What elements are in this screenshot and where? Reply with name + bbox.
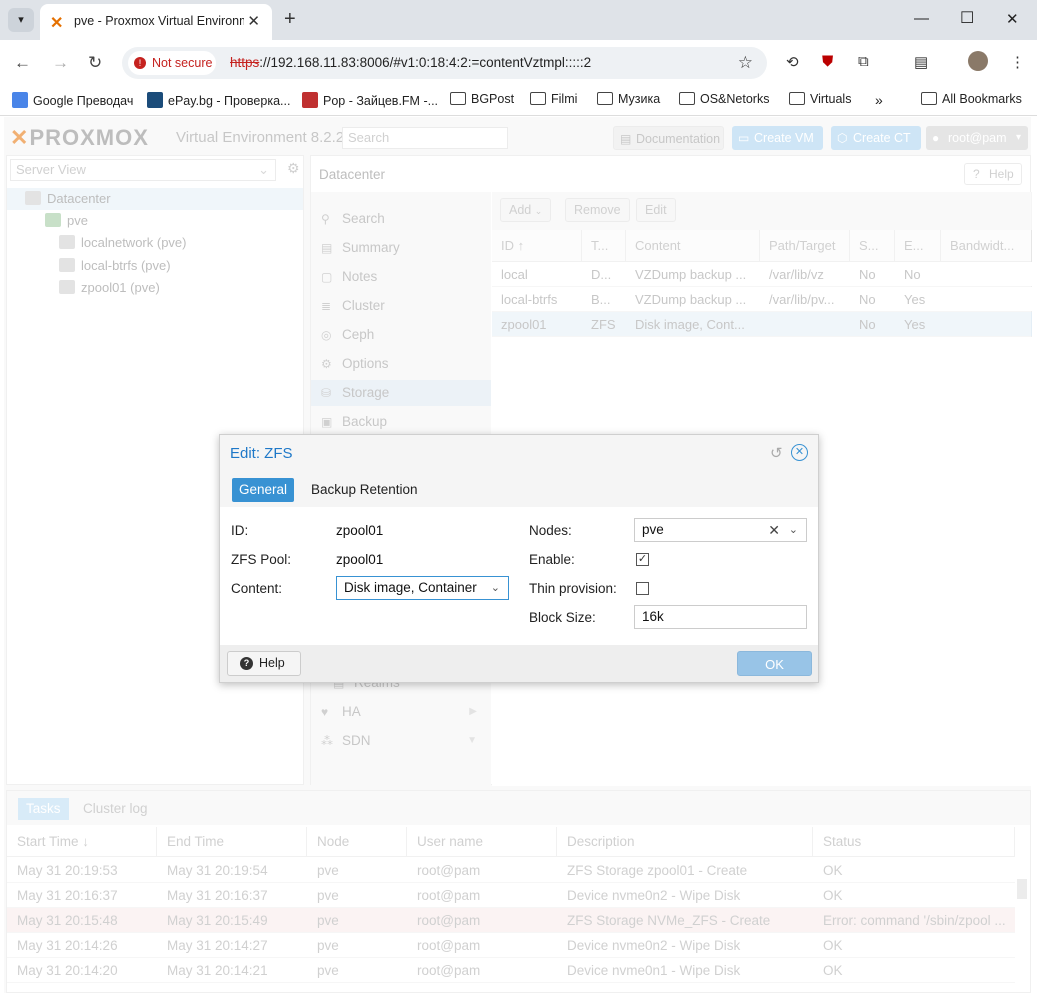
close-icon[interactable]: ✕: [791, 444, 808, 461]
extension-sync-icon[interactable]: ⟲: [786, 53, 799, 71]
bookmark-folder[interactable]: OS&Netorks: [679, 92, 769, 106]
new-tab-plus-icon[interactable]: +: [284, 8, 296, 31]
bookmark-label: Filmi: [551, 92, 578, 106]
folder-icon: [679, 92, 695, 105]
folder-icon: [597, 92, 613, 105]
tab-general[interactable]: General: [232, 478, 295, 502]
edit-zfs-dialog: Edit: ZFS ↺ ✕ General Backup Retention I…: [219, 434, 819, 683]
folder-icon: [450, 92, 466, 105]
not-secure-label: Not secure: [152, 56, 213, 70]
minimize-window-icon[interactable]: —: [914, 10, 929, 27]
bookmark-item[interactable]: Pop - Зайцев.FM -...: [302, 92, 438, 108]
content-select-value: Disk image, Container: [344, 580, 477, 595]
chevron-down-icon: ⌄: [788, 524, 798, 536]
forward-arrow-icon[interactable]: →: [52, 53, 69, 73]
nodes-label: Nodes:: [529, 523, 572, 538]
id-label: ID:: [231, 523, 249, 538]
zfs-pool-label: ZFS Pool:: [231, 552, 292, 567]
browser-menu-icon[interactable]: ⋮: [1010, 53, 1025, 71]
ok-button[interactable]: OK: [737, 651, 812, 676]
folder-icon: [921, 92, 937, 105]
bookmark-label: Google Преводач: [33, 94, 134, 108]
bookmark-folder[interactable]: Virtuals: [789, 92, 851, 106]
enable-label: Enable:: [529, 552, 575, 567]
tab-title: pve - Proxmox Virtual Environment: [74, 14, 244, 28]
bookmark-label: Pop - Зайцев.FM -...: [323, 94, 439, 108]
bookmark-label: Музика: [618, 92, 661, 106]
tab-close-icon[interactable]: ✕: [247, 12, 260, 30]
all-bookmarks-folder[interactable]: All Bookmarks: [921, 92, 1022, 106]
close-window-icon[interactable]: ✕: [1006, 10, 1019, 28]
side-panel-icon[interactable]: ▤: [914, 53, 928, 71]
browser-tab[interactable]: ✕ pve - Proxmox Virtual Environment ✕: [40, 4, 272, 40]
dialog-tab-bar: General Backup Retention: [220, 473, 818, 507]
nodes-select-value: pve: [642, 522, 664, 537]
more-bookmarks-chevron-icon[interactable]: »: [875, 92, 883, 108]
bookmarks-bar: Google Преводач ePay.bg - Проверка... Po…: [0, 86, 1037, 116]
bookmark-label: All Bookmarks: [942, 92, 1022, 106]
tab-backup-retention[interactable]: Backup Retention: [304, 478, 425, 502]
bookmark-label: Virtuals: [810, 92, 852, 106]
chevron-down-icon: ⌄: [490, 582, 500, 594]
google-translate-icon: [12, 92, 28, 108]
browser-tab-strip: ▾ ✕ pve - Proxmox Virtual Environment ✕ …: [0, 0, 1037, 40]
zfs-pool-value: zpool01: [336, 552, 384, 567]
bookmark-folder[interactable]: Filmi: [530, 92, 577, 106]
profile-avatar[interactable]: [968, 51, 988, 71]
epay-icon: [147, 92, 163, 108]
folder-icon: [530, 92, 546, 105]
maximize-window-icon[interactable]: ☐: [960, 8, 974, 28]
omnibox[interactable]: ! Not secure https://192.168.11.83:8006/…: [122, 47, 767, 79]
nodes-select[interactable]: pve ✕ ⌄: [634, 518, 807, 542]
url-path: ://192.168.11.83:8006/#v1:0:18:4:2:=cont…: [259, 55, 592, 70]
bookmark-label: BGPost: [471, 92, 515, 106]
reset-icon[interactable]: ↺: [770, 444, 783, 462]
back-arrow-icon[interactable]: ←: [14, 53, 31, 73]
block-size-input[interactable]: 16k: [634, 605, 807, 629]
reload-icon[interactable]: ↻: [88, 53, 102, 73]
address-bar-row: ← → ↻ ! Not secure https://192.168.11.83…: [0, 40, 1037, 86]
content-label: Content:: [231, 581, 283, 596]
help-label: Help: [259, 656, 285, 670]
bookmark-label: ePay.bg - Проверка...: [168, 94, 291, 108]
block-size-label: Block Size:: [529, 610, 596, 625]
bookmark-star-icon[interactable]: ☆: [738, 53, 753, 73]
dialog-header: Edit: ZFS ↺ ✕: [220, 435, 818, 473]
bookmark-folder[interactable]: BGPost: [450, 92, 514, 106]
dialog-title: Edit: ZFS: [230, 445, 293, 462]
extensions-puzzle-icon[interactable]: ⧉: [858, 53, 869, 70]
clear-icon[interactable]: ✕: [768, 519, 780, 541]
content-select[interactable]: Disk image, Container ⌄: [336, 576, 509, 600]
enable-checkbox[interactable]: ✓: [636, 553, 649, 566]
dialog-footer: ? Help OK: [220, 645, 818, 682]
thin-provision-label: Thin provision:: [529, 581, 617, 596]
question-icon: ?: [240, 657, 253, 670]
zaycev-icon: [302, 92, 318, 108]
bookmark-folder[interactable]: Музика: [597, 92, 660, 106]
not-secure-badge[interactable]: ! Not secure: [128, 51, 216, 75]
bookmark-label: OS&Netorks: [700, 92, 770, 106]
thin-provision-checkbox[interactable]: [636, 582, 649, 595]
proxmox-favicon-icon: ✕: [50, 15, 64, 32]
bookmark-item[interactable]: ePay.bg - Проверка...: [147, 92, 290, 108]
url-scheme: https: [230, 55, 260, 70]
url-text[interactable]: https://192.168.11.83:8006/#v1:0:18:4:2:…: [230, 55, 591, 70]
tab-search-chevron-icon[interactable]: ▾: [8, 8, 34, 32]
dialog-help-button[interactable]: ? Help: [227, 651, 301, 676]
folder-icon: [789, 92, 805, 105]
ublock-icon[interactable]: ⛊: [822, 53, 833, 70]
bookmark-item[interactable]: Google Преводач: [12, 92, 133, 108]
warning-icon: !: [134, 57, 146, 69]
id-value: zpool01: [336, 523, 384, 538]
